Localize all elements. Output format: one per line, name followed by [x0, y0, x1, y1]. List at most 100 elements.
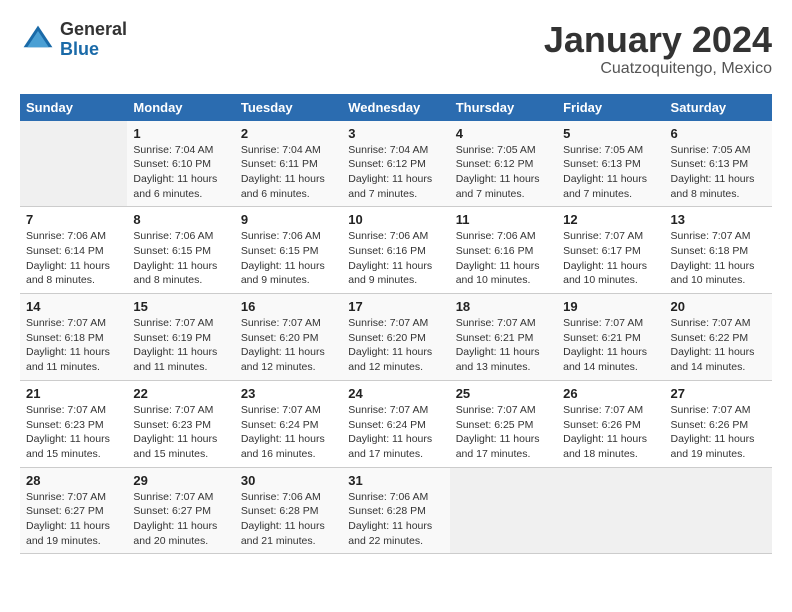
- calendar-cell: 22 Sunrise: 7:07 AM Sunset: 6:23 PM Dayl…: [127, 380, 234, 467]
- day-info: Sunrise: 7:06 AM Sunset: 6:16 PM Dayligh…: [348, 229, 443, 288]
- day-number: 13: [671, 212, 766, 227]
- location-text: Cuatzoquitengo, Mexico: [544, 60, 772, 78]
- day-number: 7: [26, 212, 121, 227]
- header-tuesday: Tuesday: [235, 94, 342, 121]
- day-number: 29: [133, 473, 228, 488]
- day-number: 21: [26, 386, 121, 401]
- day-info: Sunrise: 7:07 AM Sunset: 6:24 PM Dayligh…: [348, 403, 443, 462]
- calendar-cell: 16 Sunrise: 7:07 AM Sunset: 6:20 PM Dayl…: [235, 294, 342, 381]
- calendar-cell: 18 Sunrise: 7:07 AM Sunset: 6:21 PM Dayl…: [450, 294, 557, 381]
- day-number: 17: [348, 299, 443, 314]
- day-number: 14: [26, 299, 121, 314]
- day-info: Sunrise: 7:07 AM Sunset: 6:21 PM Dayligh…: [456, 316, 551, 375]
- calendar-cell: 8 Sunrise: 7:06 AM Sunset: 6:15 PM Dayli…: [127, 207, 234, 294]
- day-info: Sunrise: 7:05 AM Sunset: 6:13 PM Dayligh…: [563, 143, 658, 202]
- day-info: Sunrise: 7:05 AM Sunset: 6:12 PM Dayligh…: [456, 143, 551, 202]
- day-info: Sunrise: 7:06 AM Sunset: 6:28 PM Dayligh…: [348, 490, 443, 549]
- calendar-cell: [557, 467, 664, 554]
- day-info: Sunrise: 7:06 AM Sunset: 6:28 PM Dayligh…: [241, 490, 336, 549]
- day-number: 22: [133, 386, 228, 401]
- day-info: Sunrise: 7:07 AM Sunset: 6:20 PM Dayligh…: [241, 316, 336, 375]
- logo-general-text: General: [60, 20, 127, 40]
- day-number: 19: [563, 299, 658, 314]
- calendar-cell: 23 Sunrise: 7:07 AM Sunset: 6:24 PM Dayl…: [235, 380, 342, 467]
- calendar-week-row: 1 Sunrise: 7:04 AM Sunset: 6:10 PM Dayli…: [20, 121, 772, 207]
- day-number: 30: [241, 473, 336, 488]
- day-number: 11: [456, 212, 551, 227]
- day-number: 9: [241, 212, 336, 227]
- day-info: Sunrise: 7:06 AM Sunset: 6:14 PM Dayligh…: [26, 229, 121, 288]
- day-number: 27: [671, 386, 766, 401]
- logo-icon: [20, 22, 56, 58]
- calendar-cell: 2 Sunrise: 7:04 AM Sunset: 6:11 PM Dayli…: [235, 121, 342, 207]
- day-number: 12: [563, 212, 658, 227]
- month-title: January 2024: [544, 20, 772, 60]
- day-number: 15: [133, 299, 228, 314]
- calendar-cell: [20, 121, 127, 207]
- calendar-cell: 21 Sunrise: 7:07 AM Sunset: 6:23 PM Dayl…: [20, 380, 127, 467]
- calendar-cell: 6 Sunrise: 7:05 AM Sunset: 6:13 PM Dayli…: [665, 121, 772, 207]
- day-info: Sunrise: 7:07 AM Sunset: 6:26 PM Dayligh…: [563, 403, 658, 462]
- day-number: 18: [456, 299, 551, 314]
- day-number: 24: [348, 386, 443, 401]
- header-wednesday: Wednesday: [342, 94, 449, 121]
- day-info: Sunrise: 7:05 AM Sunset: 6:13 PM Dayligh…: [671, 143, 766, 202]
- header-monday: Monday: [127, 94, 234, 121]
- day-info: Sunrise: 7:07 AM Sunset: 6:26 PM Dayligh…: [671, 403, 766, 462]
- day-info: Sunrise: 7:06 AM Sunset: 6:15 PM Dayligh…: [133, 229, 228, 288]
- header-thursday: Thursday: [450, 94, 557, 121]
- calendar-cell: 5 Sunrise: 7:05 AM Sunset: 6:13 PM Dayli…: [557, 121, 664, 207]
- calendar-cell: 28 Sunrise: 7:07 AM Sunset: 6:27 PM Dayl…: [20, 467, 127, 554]
- day-info: Sunrise: 7:07 AM Sunset: 6:19 PM Dayligh…: [133, 316, 228, 375]
- day-info: Sunrise: 7:07 AM Sunset: 6:17 PM Dayligh…: [563, 229, 658, 288]
- day-number: 16: [241, 299, 336, 314]
- calendar-cell: 31 Sunrise: 7:06 AM Sunset: 6:28 PM Dayl…: [342, 467, 449, 554]
- calendar-cell: 10 Sunrise: 7:06 AM Sunset: 6:16 PM Dayl…: [342, 207, 449, 294]
- weekday-header-row: Sunday Monday Tuesday Wednesday Thursday…: [20, 94, 772, 121]
- calendar-table: Sunday Monday Tuesday Wednesday Thursday…: [20, 94, 772, 555]
- title-block: January 2024 Cuatzoquitengo, Mexico: [544, 20, 772, 78]
- day-number: 31: [348, 473, 443, 488]
- calendar-cell: 12 Sunrise: 7:07 AM Sunset: 6:17 PM Dayl…: [557, 207, 664, 294]
- calendar-week-row: 7 Sunrise: 7:06 AM Sunset: 6:14 PM Dayli…: [20, 207, 772, 294]
- header-sunday: Sunday: [20, 94, 127, 121]
- day-info: Sunrise: 7:07 AM Sunset: 6:25 PM Dayligh…: [456, 403, 551, 462]
- day-number: 28: [26, 473, 121, 488]
- day-info: Sunrise: 7:07 AM Sunset: 6:27 PM Dayligh…: [133, 490, 228, 549]
- header-friday: Friday: [557, 94, 664, 121]
- day-info: Sunrise: 7:04 AM Sunset: 6:12 PM Dayligh…: [348, 143, 443, 202]
- day-number: 6: [671, 126, 766, 141]
- day-number: 3: [348, 126, 443, 141]
- calendar-cell: 1 Sunrise: 7:04 AM Sunset: 6:10 PM Dayli…: [127, 121, 234, 207]
- calendar-cell: 14 Sunrise: 7:07 AM Sunset: 6:18 PM Dayl…: [20, 294, 127, 381]
- calendar-cell: 7 Sunrise: 7:06 AM Sunset: 6:14 PM Dayli…: [20, 207, 127, 294]
- day-info: Sunrise: 7:06 AM Sunset: 6:15 PM Dayligh…: [241, 229, 336, 288]
- day-info: Sunrise: 7:07 AM Sunset: 6:21 PM Dayligh…: [563, 316, 658, 375]
- calendar-cell: 9 Sunrise: 7:06 AM Sunset: 6:15 PM Dayli…: [235, 207, 342, 294]
- calendar-cell: 17 Sunrise: 7:07 AM Sunset: 6:20 PM Dayl…: [342, 294, 449, 381]
- day-number: 5: [563, 126, 658, 141]
- calendar-cell: 13 Sunrise: 7:07 AM Sunset: 6:18 PM Dayl…: [665, 207, 772, 294]
- calendar-week-row: 28 Sunrise: 7:07 AM Sunset: 6:27 PM Dayl…: [20, 467, 772, 554]
- day-number: 8: [133, 212, 228, 227]
- day-info: Sunrise: 7:07 AM Sunset: 6:23 PM Dayligh…: [133, 403, 228, 462]
- calendar-week-row: 14 Sunrise: 7:07 AM Sunset: 6:18 PM Dayl…: [20, 294, 772, 381]
- calendar-cell: 24 Sunrise: 7:07 AM Sunset: 6:24 PM Dayl…: [342, 380, 449, 467]
- day-info: Sunrise: 7:07 AM Sunset: 6:18 PM Dayligh…: [26, 316, 121, 375]
- day-info: Sunrise: 7:04 AM Sunset: 6:11 PM Dayligh…: [241, 143, 336, 202]
- calendar-cell: 27 Sunrise: 7:07 AM Sunset: 6:26 PM Dayl…: [665, 380, 772, 467]
- calendar-body: 1 Sunrise: 7:04 AM Sunset: 6:10 PM Dayli…: [20, 121, 772, 554]
- day-info: Sunrise: 7:04 AM Sunset: 6:10 PM Dayligh…: [133, 143, 228, 202]
- day-info: Sunrise: 7:07 AM Sunset: 6:24 PM Dayligh…: [241, 403, 336, 462]
- calendar-cell: 30 Sunrise: 7:06 AM Sunset: 6:28 PM Dayl…: [235, 467, 342, 554]
- day-info: Sunrise: 7:07 AM Sunset: 6:23 PM Dayligh…: [26, 403, 121, 462]
- header-saturday: Saturday: [665, 94, 772, 121]
- day-number: 10: [348, 212, 443, 227]
- logo-blue-text: Blue: [60, 40, 127, 60]
- calendar-week-row: 21 Sunrise: 7:07 AM Sunset: 6:23 PM Dayl…: [20, 380, 772, 467]
- day-number: 23: [241, 386, 336, 401]
- day-info: Sunrise: 7:07 AM Sunset: 6:18 PM Dayligh…: [671, 229, 766, 288]
- calendar-cell: 29 Sunrise: 7:07 AM Sunset: 6:27 PM Dayl…: [127, 467, 234, 554]
- calendar-cell: 11 Sunrise: 7:06 AM Sunset: 6:16 PM Dayl…: [450, 207, 557, 294]
- day-info: Sunrise: 7:06 AM Sunset: 6:16 PM Dayligh…: [456, 229, 551, 288]
